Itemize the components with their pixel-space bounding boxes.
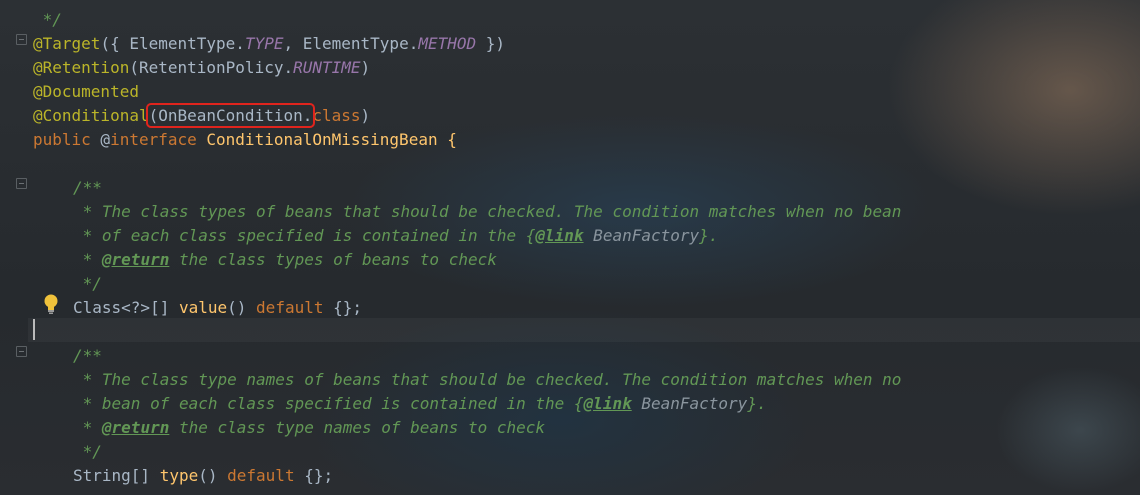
doc-text: the class type names of beans to check xyxy=(169,418,546,437)
doc-comment-line: * @return the class type names of beans … xyxy=(73,416,545,440)
class-ref: ElementType. xyxy=(129,34,245,53)
editor-gutter[interactable] xyxy=(0,0,28,495)
class-ref: ElementType. xyxy=(302,34,419,53)
interface-name: ConditionalOnMissingBean { xyxy=(196,130,457,149)
class-ref: OnBeanCondition. xyxy=(158,106,313,125)
at-sign: @ xyxy=(90,130,111,149)
doc-comment-open: /** xyxy=(73,346,102,365)
method-name: value xyxy=(178,298,228,317)
highlighted-selection[interactable]: (OnBeanCondition. xyxy=(145,103,316,128)
code-line-value[interactable]: Class<?>[] value() default {}; xyxy=(73,296,362,320)
doc-text: }. xyxy=(747,394,767,413)
paren: ( xyxy=(129,58,139,77)
doc-text: * xyxy=(73,418,102,437)
class-ref: RetentionPolicy. xyxy=(138,58,294,77)
paren: ) xyxy=(360,106,371,125)
annotation-target: @Target xyxy=(33,34,101,53)
method-name: type xyxy=(159,466,199,485)
doc-text: * bean of each class specified is contai… xyxy=(73,394,584,413)
doc-comment-line: * bean of each class specified is contai… xyxy=(73,392,767,416)
paren: }) xyxy=(476,34,506,53)
keyword-default: default xyxy=(227,466,295,485)
code-line-type[interactable]: String[] type() default {}; xyxy=(73,464,333,488)
default-value: {}; xyxy=(294,466,334,485)
separator: , xyxy=(283,34,303,53)
doc-comment-end: */ xyxy=(33,10,62,29)
text-caret xyxy=(33,319,35,340)
doc-comment-line: * The class types of beans that should b… xyxy=(73,202,902,221)
doc-tag-link[interactable]: @link xyxy=(584,394,632,413)
doc-link-ref[interactable]: BeanFactory xyxy=(584,226,699,245)
paren: ( xyxy=(148,106,159,125)
paren: () xyxy=(198,466,228,485)
annotation-conditional: @Conditional xyxy=(33,106,149,125)
paren: ) xyxy=(360,58,371,77)
doc-tag-return: @return xyxy=(101,418,170,437)
keyword-class: class xyxy=(312,106,361,125)
keyword-default: default xyxy=(256,298,324,317)
code-line-declaration[interactable]: public @interface ConditionalOnMissingBe… xyxy=(33,128,457,152)
lightbulb-icon[interactable] xyxy=(42,293,60,315)
keyword-public: public xyxy=(33,130,91,149)
doc-comment-close: */ xyxy=(73,442,102,461)
fold-marker-icon[interactable] xyxy=(16,34,27,45)
return-type: Class<?>[] xyxy=(73,298,179,317)
annotation-retention: @Retention xyxy=(33,58,130,77)
paren: ({ xyxy=(100,34,130,53)
doc-comment-close: */ xyxy=(73,274,102,293)
code-line-retention[interactable]: @Retention(RetentionPolicy.RUNTIME) xyxy=(33,56,370,80)
code-line-target[interactable]: @Target({ ElementType.TYPE, ElementType.… xyxy=(33,32,505,56)
doc-comment-line: * The class type names of beans that sho… xyxy=(73,370,902,389)
doc-text: }. xyxy=(699,226,719,245)
fold-marker-icon[interactable] xyxy=(16,346,27,357)
doc-comment-line: * of each class specified is contained i… xyxy=(73,224,719,248)
code-line-conditional[interactable]: @Conditional(OnBeanCondition.class) xyxy=(33,103,371,128)
doc-link-ref[interactable]: BeanFactory xyxy=(632,394,747,413)
doc-tag-link[interactable]: @link xyxy=(535,226,583,245)
paren: () xyxy=(227,298,257,317)
enum-constant: RUNTIME xyxy=(293,58,361,77)
current-line-highlight xyxy=(28,318,1140,342)
doc-tag-return: @return xyxy=(101,250,170,269)
enum-constant: TYPE xyxy=(244,34,284,53)
enum-constant: METHOD xyxy=(418,34,477,53)
fold-marker-icon[interactable] xyxy=(16,178,27,189)
doc-comment-line: * @return the class types of beans to ch… xyxy=(73,248,497,272)
doc-text: the class types of beans to check xyxy=(169,250,497,269)
doc-text: * xyxy=(73,250,102,269)
code-line-documented[interactable]: @Documented xyxy=(33,80,139,104)
doc-comment-open: /** xyxy=(73,178,102,197)
keyword-interface: interface xyxy=(110,130,197,149)
doc-text: * of each class specified is contained i… xyxy=(73,226,536,245)
return-type: String[] xyxy=(73,466,160,485)
default-value: {}; xyxy=(323,298,363,317)
